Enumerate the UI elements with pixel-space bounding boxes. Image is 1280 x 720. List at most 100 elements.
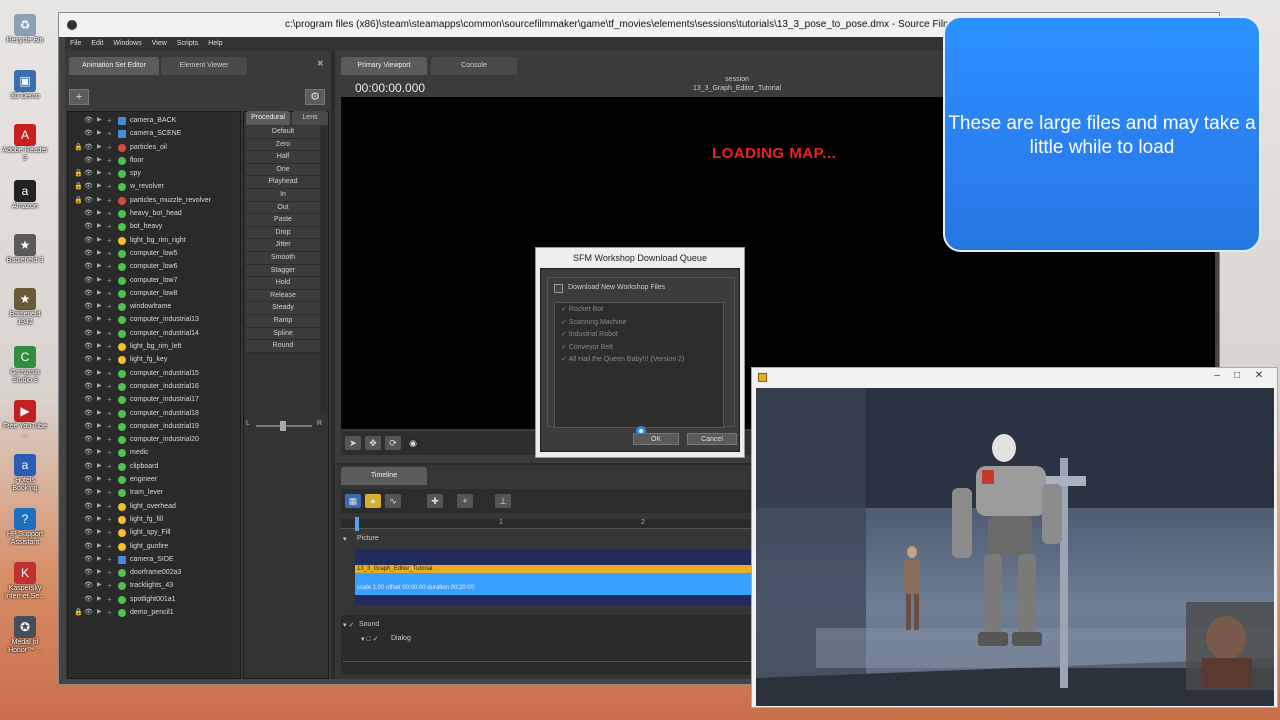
add-control-icon[interactable]: + [107,127,112,140]
tree-row[interactable]: 👁 ▶ + computer_low7 [68,274,240,287]
expand-arrow-icon[interactable]: ▶ [97,579,102,592]
tab-console[interactable]: Console [431,57,517,75]
preset-button[interactable]: Jitter [246,239,320,252]
expand-arrow-icon[interactable]: ▶ [97,141,102,154]
tab-primary-viewport[interactable]: Primary Viewport [341,57,427,75]
expand-arrow-icon[interactable]: ▶ [97,500,102,513]
close-button[interactable]: ✕ [1250,368,1268,384]
download-item[interactable]: ✓ Conveyor Belt [555,342,723,355]
tab-timeline[interactable]: Timeline [341,467,427,485]
visibility-eye-icon[interactable]: 👁 [84,420,94,433]
visibility-eye-icon[interactable]: 👁 [84,194,94,207]
add-control-icon[interactable]: + [107,486,112,499]
visibility-eye-icon[interactable]: 👁 [84,513,94,526]
tree-row[interactable]: 👁 ▶ + computer_industrial14 [68,327,240,340]
add-control-icon[interactable]: + [107,327,112,340]
desktop-icon-hp-support[interactable]: ? HP Support Assistant [2,508,48,547]
add-control-icon[interactable]: + [107,380,112,393]
expand-arrow-icon[interactable]: ▶ [97,127,102,140]
add-control-icon[interactable]: + [107,207,112,220]
visibility-eye-icon[interactable]: 👁 [84,260,94,273]
dialog-track-toggle[interactable]: ▾ □ ✓ [361,635,379,643]
lock-icon[interactable]: 🔒 [74,180,83,193]
tree-row[interactable]: 👁 ▶ + computer_industrial13 [68,313,240,326]
add-keyframe-icon[interactable]: ✚ [427,494,443,508]
add-control-icon[interactable]: + [107,167,112,180]
preset-button[interactable]: Stagger [246,264,320,278]
tree-row[interactable]: 👁 ▶ + windowframe [68,300,240,313]
expand-arrow-icon[interactable]: ▶ [97,407,102,420]
tree-row[interactable]: 👁 ▶ + light_bg_rim_left [68,340,240,353]
expand-arrow-icon[interactable]: ▶ [97,380,102,393]
add-control-icon[interactable]: + [107,220,112,233]
tree-row[interactable]: 👁 ▶ + tracklights_43 [68,579,240,592]
preset-button[interactable]: Release [246,289,320,303]
menu-help[interactable]: Help [203,37,227,51]
expand-arrow-icon[interactable]: ▶ [97,194,102,207]
tree-row[interactable]: 👁 ▶ + clipboard [68,460,240,473]
add-control-icon[interactable]: + [107,260,112,273]
desktop-icon-kaspersky[interactable]: K Kaspersky Internet Se... [2,562,48,601]
preset-button[interactable]: Paste [246,214,320,227]
desktop-icon-recycle-bin[interactable]: ♻ Recycle Bin [2,14,48,45]
download-new-checkbox[interactable] [554,284,563,293]
preset-button[interactable]: Out [246,201,320,215]
add-control-icon[interactable]: + [107,433,112,446]
add-control-icon[interactable]: + [107,407,112,420]
add-control-icon[interactable]: + [107,114,112,127]
tree-row[interactable]: 👁 ▶ + light_fg_key [68,353,240,366]
download-item[interactable]: ✓ Rocket Bot [555,304,723,317]
tree-row[interactable]: 👁 ▶ + camera_SCENE [68,127,240,140]
visibility-eye-icon[interactable]: 👁 [84,127,94,140]
ok-button[interactable]: OK [633,433,679,445]
preset-button[interactable]: Playhead [246,176,320,189]
visibility-eye-icon[interactable]: 👁 [84,566,94,579]
visibility-eye-icon[interactable]: 👁 [84,433,94,446]
tree-row[interactable]: 👁 ▶ + medic [68,446,240,459]
tree-scrollbar[interactable] [232,112,239,678]
playhead-marker[interactable] [355,517,359,531]
visibility-eye-icon[interactable]: 👁 [84,167,94,180]
tree-row[interactable]: 👁 ▶ + light_fg_fill [68,513,240,526]
menu-edit[interactable]: Edit [86,37,108,51]
preset-button[interactable]: Smooth [246,251,320,265]
visibility-eye-icon[interactable]: 👁 [84,154,94,167]
add-control-icon[interactable]: + [107,579,112,592]
preset-button[interactable]: Ramp [246,314,320,328]
preset-button[interactable]: Steady [246,302,320,315]
expand-arrow-icon[interactable]: ▶ [97,274,102,287]
desktop-icon-medal-of-honor[interactable]: ✪ Medal of Honor™ ... [2,616,48,655]
maximize-button[interactable]: □ [1228,368,1246,384]
visibility-eye-icon[interactable]: 👁 [84,380,94,393]
expand-arrow-icon[interactable]: ▶ [97,593,102,606]
lock-icon[interactable]: 🔒 [74,606,83,619]
preset-button[interactable]: Default [246,126,320,139]
preset-scrollbar[interactable] [320,126,327,412]
add-control-icon[interactable]: + [107,526,112,539]
tree-row[interactable]: 👁 ▶ + light_bg_rim_right [68,234,240,247]
desktop-icon-camtasia[interactable]: C Camtasia Studio 8 [2,346,48,385]
visibility-eye-icon[interactable]: 👁 [84,247,94,260]
tree-row[interactable]: 🔒 👁 ▶ + w_revolver [68,180,240,193]
expand-arrow-icon[interactable]: ▶ [97,606,102,619]
move-tool-icon[interactable]: ✥ [365,436,381,450]
expand-arrow-icon[interactable]: ▶ [97,486,102,499]
desktop-icon-3d-demo[interactable]: ▣ 3D Demo [2,70,48,101]
tree-row[interactable]: 👁 ▶ + computer_low5 [68,247,240,260]
expand-arrow-icon[interactable]: ▶ [97,473,102,486]
menu-file[interactable]: File [65,37,86,51]
preset-button[interactable]: Drop [246,226,320,240]
tree-row[interactable]: 👁 ▶ + bot_heavy [68,220,240,233]
expand-arrow-icon[interactable]: ▶ [97,460,102,473]
tab-lens[interactable]: Lens [292,111,328,125]
lock-icon[interactable]: 🔒 [74,141,83,154]
preset-button[interactable]: One [246,163,320,177]
desktop-icon-battlefield-3[interactable]: ★ Battlefield 3 [2,234,48,265]
clip-editor-icon[interactable]: ▦ [345,494,361,508]
menu-windows[interactable]: Windows [108,37,146,51]
add-control-icon[interactable]: + [107,500,112,513]
add-control-icon[interactable]: + [107,566,112,579]
preset-button[interactable]: Half [246,151,320,164]
expand-arrow-icon[interactable]: ▶ [97,114,102,127]
expand-arrow-icon[interactable]: ▶ [97,167,102,180]
